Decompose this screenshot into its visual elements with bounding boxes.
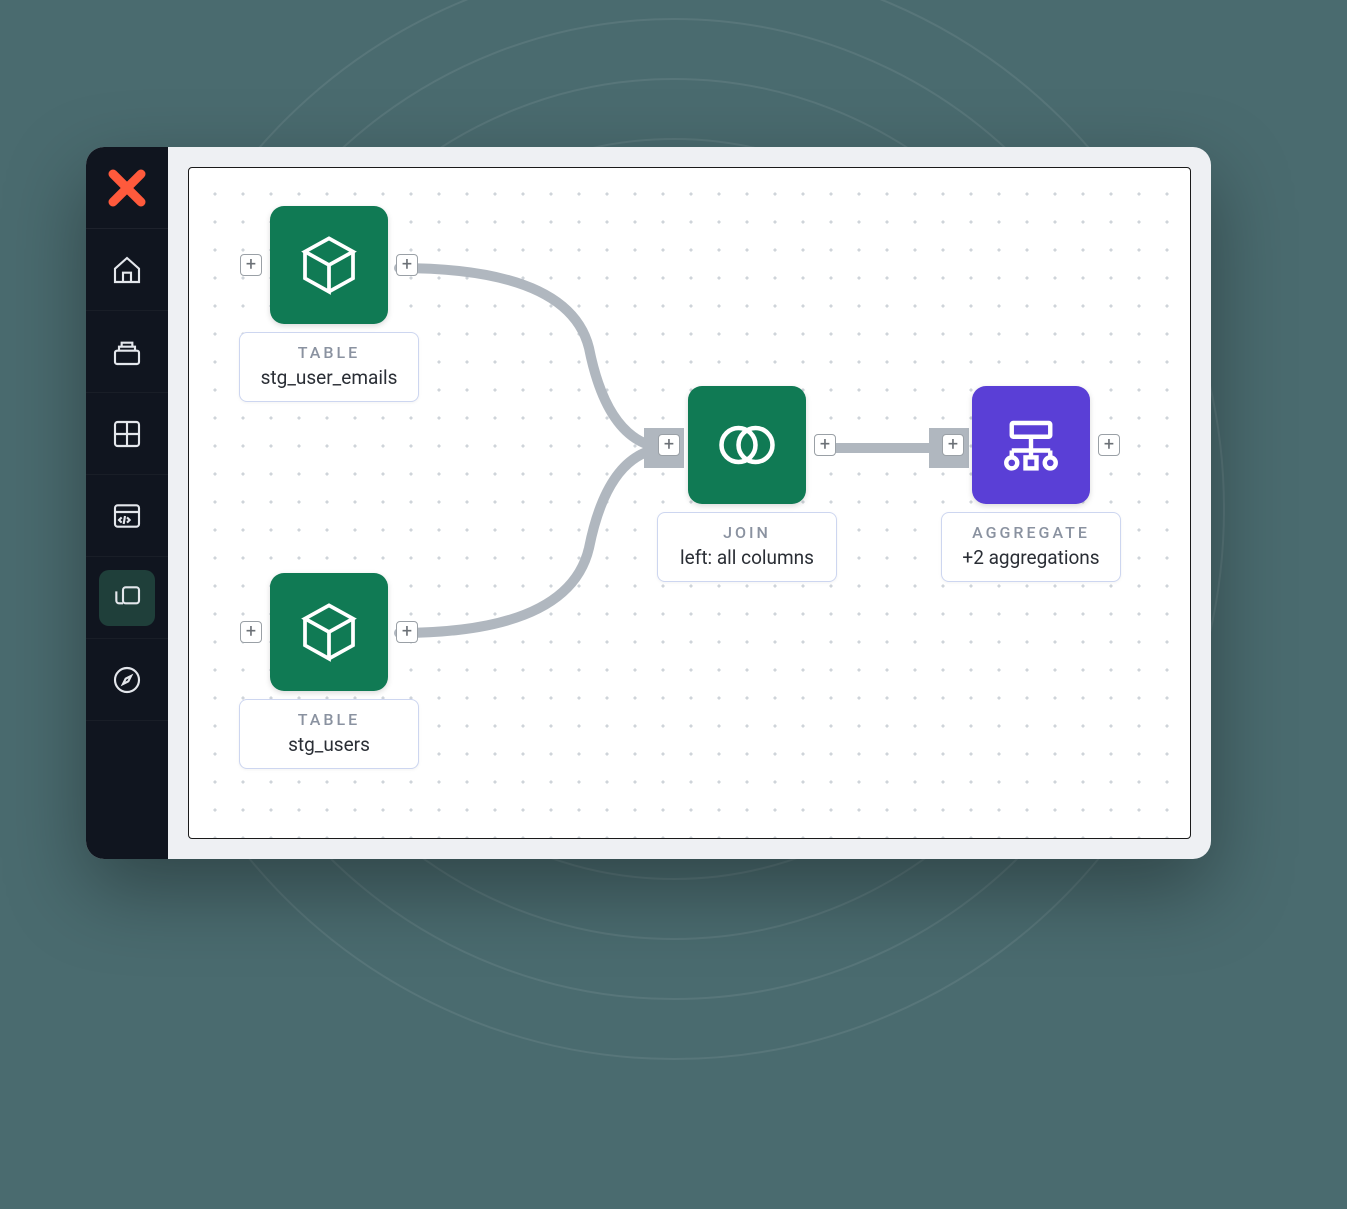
node-aggregate: + + (941, 386, 1121, 582)
nav-home[interactable] (86, 229, 168, 311)
home-icon (111, 254, 143, 286)
nav-stack[interactable] (86, 311, 168, 393)
port-out[interactable]: + (396, 254, 418, 276)
port-in[interactable]: + (658, 434, 680, 456)
node-join: + + JOIN left: all columns (657, 386, 837, 582)
node-tile-table[interactable] (270, 573, 388, 691)
copy-icon (111, 582, 143, 614)
venn-icon (713, 411, 781, 479)
port-out[interactable]: + (814, 434, 836, 456)
nav-compass[interactable] (86, 639, 168, 721)
sidebar (86, 147, 168, 859)
node-name: +2 aggregations (960, 546, 1102, 569)
stack-icon (111, 336, 143, 368)
node-card[interactable]: TABLE stg_user_emails (239, 332, 419, 402)
node-tile-aggregate[interactable] (972, 386, 1090, 504)
node-type-label: TABLE (258, 343, 400, 362)
nav-code[interactable] (86, 475, 168, 557)
cube-icon (297, 233, 361, 297)
node-type-label: TABLE (258, 710, 400, 729)
node-name: stg_user_emails (258, 366, 400, 389)
nav-grid[interactable] (86, 393, 168, 475)
compass-icon (111, 664, 143, 696)
code-panel-icon (111, 500, 143, 532)
node-type-label: JOIN (676, 523, 818, 542)
nav-workflow[interactable] (86, 557, 168, 639)
node-stg-user-emails: + + TABLE stg_user_emails (239, 206, 419, 402)
node-tile-table[interactable] (270, 206, 388, 324)
node-card[interactable]: JOIN left: all columns (657, 512, 837, 582)
node-name: left: all columns (676, 546, 818, 569)
node-tile-join[interactable] (688, 386, 806, 504)
canvas-frame[interactable]: + + TABLE stg_user_emails (188, 167, 1191, 839)
app-logo (86, 147, 168, 229)
logo-icon (107, 168, 147, 208)
port-in[interactable]: + (240, 254, 262, 276)
app-window: + + TABLE stg_user_emails (86, 147, 1211, 859)
node-type-label: AGGREGATE (960, 523, 1102, 542)
cube-icon (297, 600, 361, 664)
node-name: stg_users (258, 733, 400, 756)
port-in[interactable]: + (942, 434, 964, 456)
node-card[interactable]: TABLE stg_users (239, 699, 419, 769)
port-in[interactable]: + (240, 621, 262, 643)
canvas-area: + + TABLE stg_user_emails (168, 147, 1211, 859)
grid-icon (111, 418, 143, 450)
port-out[interactable]: + (396, 621, 418, 643)
port-out[interactable]: + (1098, 434, 1120, 456)
aggregate-icon (998, 412, 1064, 478)
node-stg-users: + + TABLE stg_users (239, 573, 419, 769)
node-card[interactable]: AGGREGATE +2 aggregations (941, 512, 1121, 582)
